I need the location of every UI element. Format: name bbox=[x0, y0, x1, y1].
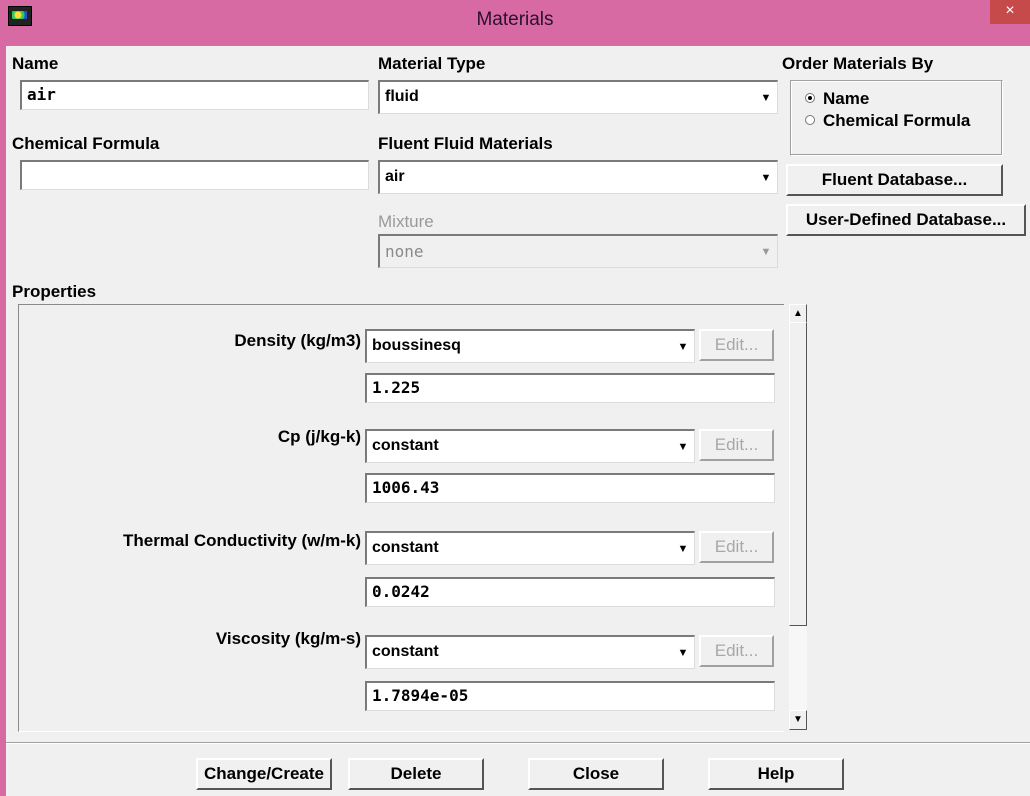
close-window-icon[interactable]: × bbox=[990, 0, 1030, 24]
window-title: Materials bbox=[476, 9, 554, 30]
thermal-conductivity-label: Thermal Conductivity (w/m-k) bbox=[122, 531, 361, 550]
properties-panel: Density (kg/m3) boussinesq ▼ Edit... 1.2… bbox=[18, 304, 802, 732]
change-create-button[interactable]: Change/Create bbox=[196, 758, 332, 790]
density-edit-button: Edit... bbox=[699, 329, 774, 361]
cp-method-value: constant bbox=[372, 437, 439, 454]
scrollbar-thumb[interactable] bbox=[789, 322, 807, 626]
material-type-value: fluid bbox=[385, 88, 419, 105]
material-type-dropdown[interactable]: fluid ▼ bbox=[378, 80, 778, 114]
name-label: Name bbox=[12, 54, 59, 73]
radio-unselected-icon bbox=[805, 115, 815, 125]
order-materials-by-group: Name Chemical Formula bbox=[790, 80, 1003, 156]
properties-label: Properties bbox=[12, 282, 97, 301]
scrollbar-track[interactable] bbox=[789, 626, 807, 712]
viscosity-method-dropdown[interactable]: constant ▼ bbox=[365, 635, 695, 669]
order-materials-by-label: Order Materials By bbox=[782, 54, 934, 73]
chemical-formula-label: Chemical Formula bbox=[12, 134, 160, 153]
chemical-formula-input[interactable] bbox=[20, 160, 369, 190]
chevron-down-icon[interactable]: ▼ bbox=[676, 542, 690, 556]
chevron-down-icon[interactable]: ▼ bbox=[676, 440, 690, 454]
properties-scrollbar[interactable]: ▲ ▼ bbox=[784, 304, 814, 732]
mixture-label: Mixture bbox=[378, 212, 434, 231]
chevron-down-icon[interactable]: ▼ bbox=[676, 340, 690, 354]
mixture-dropdown: none ▼ bbox=[378, 234, 778, 268]
chevron-down-icon[interactable]: ▼ bbox=[759, 171, 773, 185]
fluent-fluid-materials-dropdown[interactable]: air ▼ bbox=[378, 160, 778, 194]
viscosity-value-input[interactable]: 1.7894e-05 bbox=[365, 681, 775, 711]
chevron-down-icon[interactable]: ▼ bbox=[759, 91, 773, 105]
order-by-name-label: Name bbox=[823, 89, 870, 108]
user-defined-database-button[interactable]: User-Defined Database... bbox=[786, 204, 1026, 236]
dialog-content: Name air Chemical Formula Material Type … bbox=[6, 46, 1030, 796]
cp-edit-button: Edit... bbox=[699, 429, 774, 461]
chevron-down-icon: ▼ bbox=[760, 246, 772, 258]
thermal-conductivity-method-dropdown[interactable]: constant ▼ bbox=[365, 531, 695, 565]
viscosity-method-value: constant bbox=[372, 643, 439, 660]
title-bar[interactable]: Materials × bbox=[0, 0, 1030, 46]
thermal-conductivity-edit-button: Edit... bbox=[699, 531, 774, 563]
density-label: Density (kg/m3) bbox=[234, 331, 361, 350]
order-by-chemical-formula-label: Chemical Formula bbox=[823, 111, 971, 130]
density-value-input[interactable]: 1.225 bbox=[365, 373, 775, 403]
density-method-dropdown[interactable]: boussinesq ▼ bbox=[365, 329, 695, 363]
cp-method-dropdown[interactable]: constant ▼ bbox=[365, 429, 695, 463]
chevron-down-icon[interactable]: ▼ bbox=[676, 646, 690, 660]
viscosity-edit-button: Edit... bbox=[699, 635, 774, 667]
thermal-conductivity-value-input[interactable]: 0.0242 bbox=[365, 577, 775, 607]
fluent-database-button[interactable]: Fluent Database... bbox=[786, 164, 1003, 196]
cp-label: Cp (j/kg-k) bbox=[277, 427, 361, 446]
thermal-conductivity-method-value: constant bbox=[372, 539, 439, 556]
footer-separator bbox=[6, 742, 1030, 744]
arrow-down-icon[interactable]: ▼ bbox=[789, 710, 807, 730]
help-button[interactable]: Help bbox=[708, 758, 844, 790]
materials-window: Materials × Name air Chemical Formula Ma… bbox=[0, 0, 1030, 796]
viscosity-label: Viscosity (kg/m-s) bbox=[215, 629, 361, 648]
radio-selected-icon bbox=[805, 93, 815, 103]
fluent-fluid-materials-label: Fluent Fluid Materials bbox=[378, 134, 553, 153]
name-input[interactable]: air bbox=[20, 80, 369, 110]
material-type-label: Material Type bbox=[378, 54, 486, 73]
delete-button[interactable]: Delete bbox=[348, 758, 484, 790]
close-button[interactable]: Close bbox=[528, 758, 664, 790]
cp-value-input[interactable]: 1006.43 bbox=[365, 473, 775, 503]
arrow-up-icon[interactable]: ▲ bbox=[789, 304, 807, 324]
fluent-fluid-materials-value: air bbox=[385, 168, 405, 185]
density-method-value: boussinesq bbox=[372, 337, 461, 354]
mixture-value: none bbox=[385, 242, 424, 261]
